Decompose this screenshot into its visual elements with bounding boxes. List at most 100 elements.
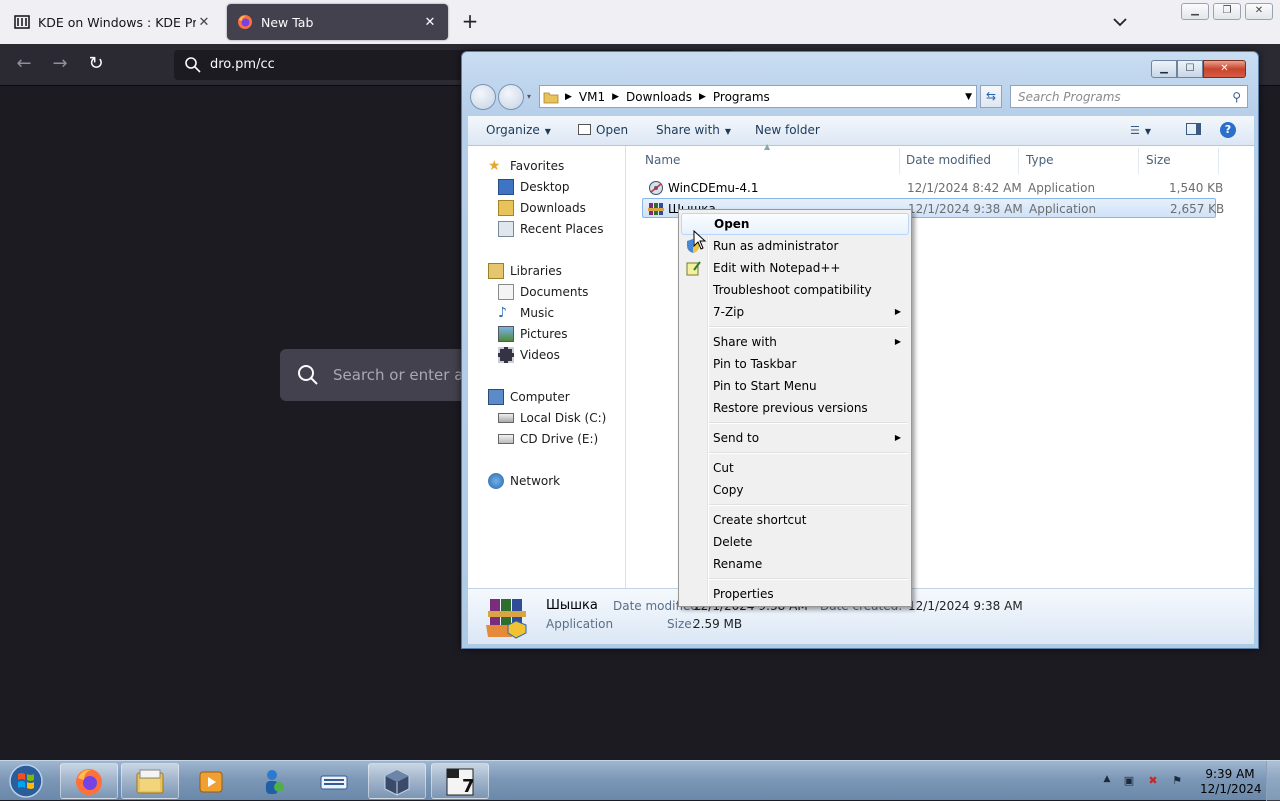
- show-hidden-icons-icon[interactable]: ▲: [1100, 774, 1114, 788]
- nav-cd-drive[interactable]: CD Drive (E:): [498, 429, 598, 449]
- organize-button[interactable]: Organize ▼: [486, 123, 551, 137]
- back-button[interactable]: [470, 84, 496, 110]
- system-clock[interactable]: 9:39 AM 12/1/2024: [1200, 767, 1262, 797]
- submenu-arrow-icon: ▶: [894, 337, 901, 346]
- breadcrumb-arrow-icon[interactable]: ▶: [565, 92, 572, 102]
- share-with-button[interactable]: Share with ▼: [656, 123, 731, 137]
- menu-item-copy[interactable]: Copy: [681, 479, 909, 501]
- help-icon[interactable]: ?: [1220, 122, 1236, 138]
- details-file-name: Шышка: [546, 598, 598, 613]
- menu-item-label: Send to: [713, 431, 760, 445]
- column-header-size[interactable]: Size: [1146, 153, 1171, 167]
- tab-title: KDE on Windows : KDE Project: [38, 14, 196, 30]
- taskbar-media-player[interactable]: [182, 763, 240, 799]
- menu-item-pin-start[interactable]: Pin to Start Menu: [681, 375, 909, 397]
- menu-item-share-with[interactable]: Share with ▶: [681, 331, 909, 353]
- tab-kde[interactable]: KDE on Windows : KDE Project ✕: [4, 4, 222, 40]
- nav-computer[interactable]: Computer: [488, 387, 570, 407]
- new-folder-button[interactable]: New folder: [755, 123, 820, 137]
- nav-pictures[interactable]: Pictures: [498, 324, 568, 344]
- column-divider[interactable]: [1218, 148, 1219, 174]
- taskbar-7zip[interactable]: 7: [431, 763, 489, 799]
- menu-item-run-as-admin[interactable]: Run as administrator: [681, 235, 909, 257]
- minimize-icon[interactable]: ▁: [1151, 60, 1177, 78]
- breadcrumb-arrow-icon[interactable]: ▶: [699, 92, 706, 102]
- open-button[interactable]: Open: [578, 123, 628, 137]
- nav-local-disk[interactable]: Local Disk (C:): [498, 408, 606, 428]
- menu-item-send-to[interactable]: Send to ▶: [681, 427, 909, 449]
- restore-icon[interactable]: ❐: [1213, 3, 1241, 20]
- action-center-flag-icon[interactable]: ⚑: [1170, 774, 1184, 788]
- details-date-created: 12/1/2024 9:38 AM: [908, 599, 1023, 613]
- nav-recent-places[interactable]: Recent Places: [498, 219, 603, 239]
- column-header-date[interactable]: Date modified: [906, 153, 991, 167]
- forward-button[interactable]: [498, 84, 524, 110]
- show-desktop-button[interactable]: [1266, 761, 1280, 801]
- nav-music[interactable]: ♪ Music: [498, 303, 554, 323]
- forward-arrow-icon[interactable]: →: [49, 54, 71, 76]
- tab-new-tab[interactable]: New Tab ✕: [227, 4, 448, 40]
- column-header-name[interactable]: Name: [645, 153, 680, 167]
- nav-downloads[interactable]: Downloads: [498, 198, 586, 218]
- column-header-type[interactable]: Type: [1026, 153, 1054, 167]
- volume-muted-icon[interactable]: ✖: [1146, 774, 1160, 788]
- column-divider[interactable]: [1018, 148, 1019, 174]
- maximize-icon[interactable]: ☐: [1177, 60, 1203, 78]
- menu-item-restore-versions[interactable]: Restore previous versions: [681, 397, 909, 419]
- menu-item-pin-taskbar[interactable]: Pin to Taskbar: [681, 353, 909, 375]
- column-divider[interactable]: [1138, 148, 1139, 174]
- recent-pages-chevron-icon[interactable]: ▾: [527, 92, 531, 101]
- menu-item-7zip[interactable]: 7-Zip ▶: [681, 301, 909, 323]
- address-bar[interactable]: ▶ VM1 ▶ Downloads ▶ Programs ▼: [539, 85, 977, 108]
- menu-item-create-shortcut[interactable]: Create shortcut: [681, 509, 909, 531]
- chevron-down-icon[interactable]: [1110, 12, 1130, 32]
- taskbar-virtualbox[interactable]: [368, 763, 426, 799]
- reload-icon[interactable]: ↻: [85, 54, 107, 76]
- taskbar-explorer[interactable]: [121, 763, 179, 799]
- taskbar-firefox[interactable]: [60, 763, 118, 799]
- view-options-button[interactable]: ☰ ▼: [1130, 123, 1151, 137]
- menu-item-label: Open: [714, 217, 750, 231]
- menu-item-rename[interactable]: Rename: [681, 553, 909, 575]
- menu-item-properties[interactable]: Properties: [681, 583, 909, 605]
- menu-item-label: 7-Zip: [713, 305, 745, 319]
- nav-documents[interactable]: Documents: [498, 282, 588, 302]
- firefox-favicon-icon: [238, 15, 252, 29]
- explorer-icon: [136, 769, 164, 794]
- tab-close-icon[interactable]: ✕: [422, 15, 438, 30]
- taskbar-keyboard[interactable]: [305, 763, 363, 799]
- menu-item-label: Pin to Start Menu: [713, 379, 817, 393]
- details-size: 2.59 MB: [693, 617, 743, 631]
- breadcrumb-vm1[interactable]: VM1: [579, 90, 605, 104]
- menu-item-open[interactable]: Open: [681, 213, 909, 235]
- tab-close-icon[interactable]: ✕: [196, 15, 212, 30]
- nav-videos[interactable]: Videos: [498, 345, 560, 365]
- refresh-icon[interactable]: ⇆: [980, 85, 1002, 108]
- network-tray-icon[interactable]: ▣: [1122, 774, 1136, 788]
- address-dropdown-icon[interactable]: ▼: [965, 92, 972, 102]
- column-divider[interactable]: [899, 148, 900, 174]
- nav-desktop[interactable]: Desktop: [498, 177, 570, 197]
- breadcrumb-programs[interactable]: Programs: [713, 90, 770, 104]
- menu-item-troubleshoot[interactable]: Troubleshoot compatibility: [681, 279, 909, 301]
- nav-network[interactable]: Network: [488, 471, 560, 491]
- close-icon[interactable]: ✕: [1245, 3, 1273, 20]
- nav-label: Pictures: [520, 327, 568, 341]
- close-icon[interactable]: ✕: [1203, 60, 1246, 78]
- new-tab-plus-icon[interactable]: +: [458, 10, 482, 34]
- windows-start-icon[interactable]: [4, 763, 48, 799]
- preview-pane-icon[interactable]: [1186, 123, 1201, 138]
- back-arrow-icon[interactable]: ←: [13, 54, 35, 76]
- minimize-icon[interactable]: ▁: [1181, 3, 1209, 20]
- explorer-search-input[interactable]: Search Programs ⚲: [1010, 85, 1248, 108]
- table-row[interactable]: WinCDEmu-4.1 12/1/2024 8:42 AM Applicati…: [644, 178, 1223, 198]
- menu-item-delete[interactable]: Delete: [681, 531, 909, 553]
- nav-libraries[interactable]: Libraries: [488, 261, 562, 281]
- menu-item-cut[interactable]: Cut: [681, 457, 909, 479]
- taskbar-network-user[interactable]: [243, 763, 301, 799]
- wincdemu-app-icon: [649, 181, 663, 195]
- breadcrumb-downloads[interactable]: Downloads: [626, 90, 692, 104]
- breadcrumb-arrow-icon[interactable]: ▶: [612, 92, 619, 102]
- menu-item-edit-notepad[interactable]: Edit with Notepad++: [681, 257, 909, 279]
- nav-favorites[interactable]: ★ Favorites: [488, 156, 608, 176]
